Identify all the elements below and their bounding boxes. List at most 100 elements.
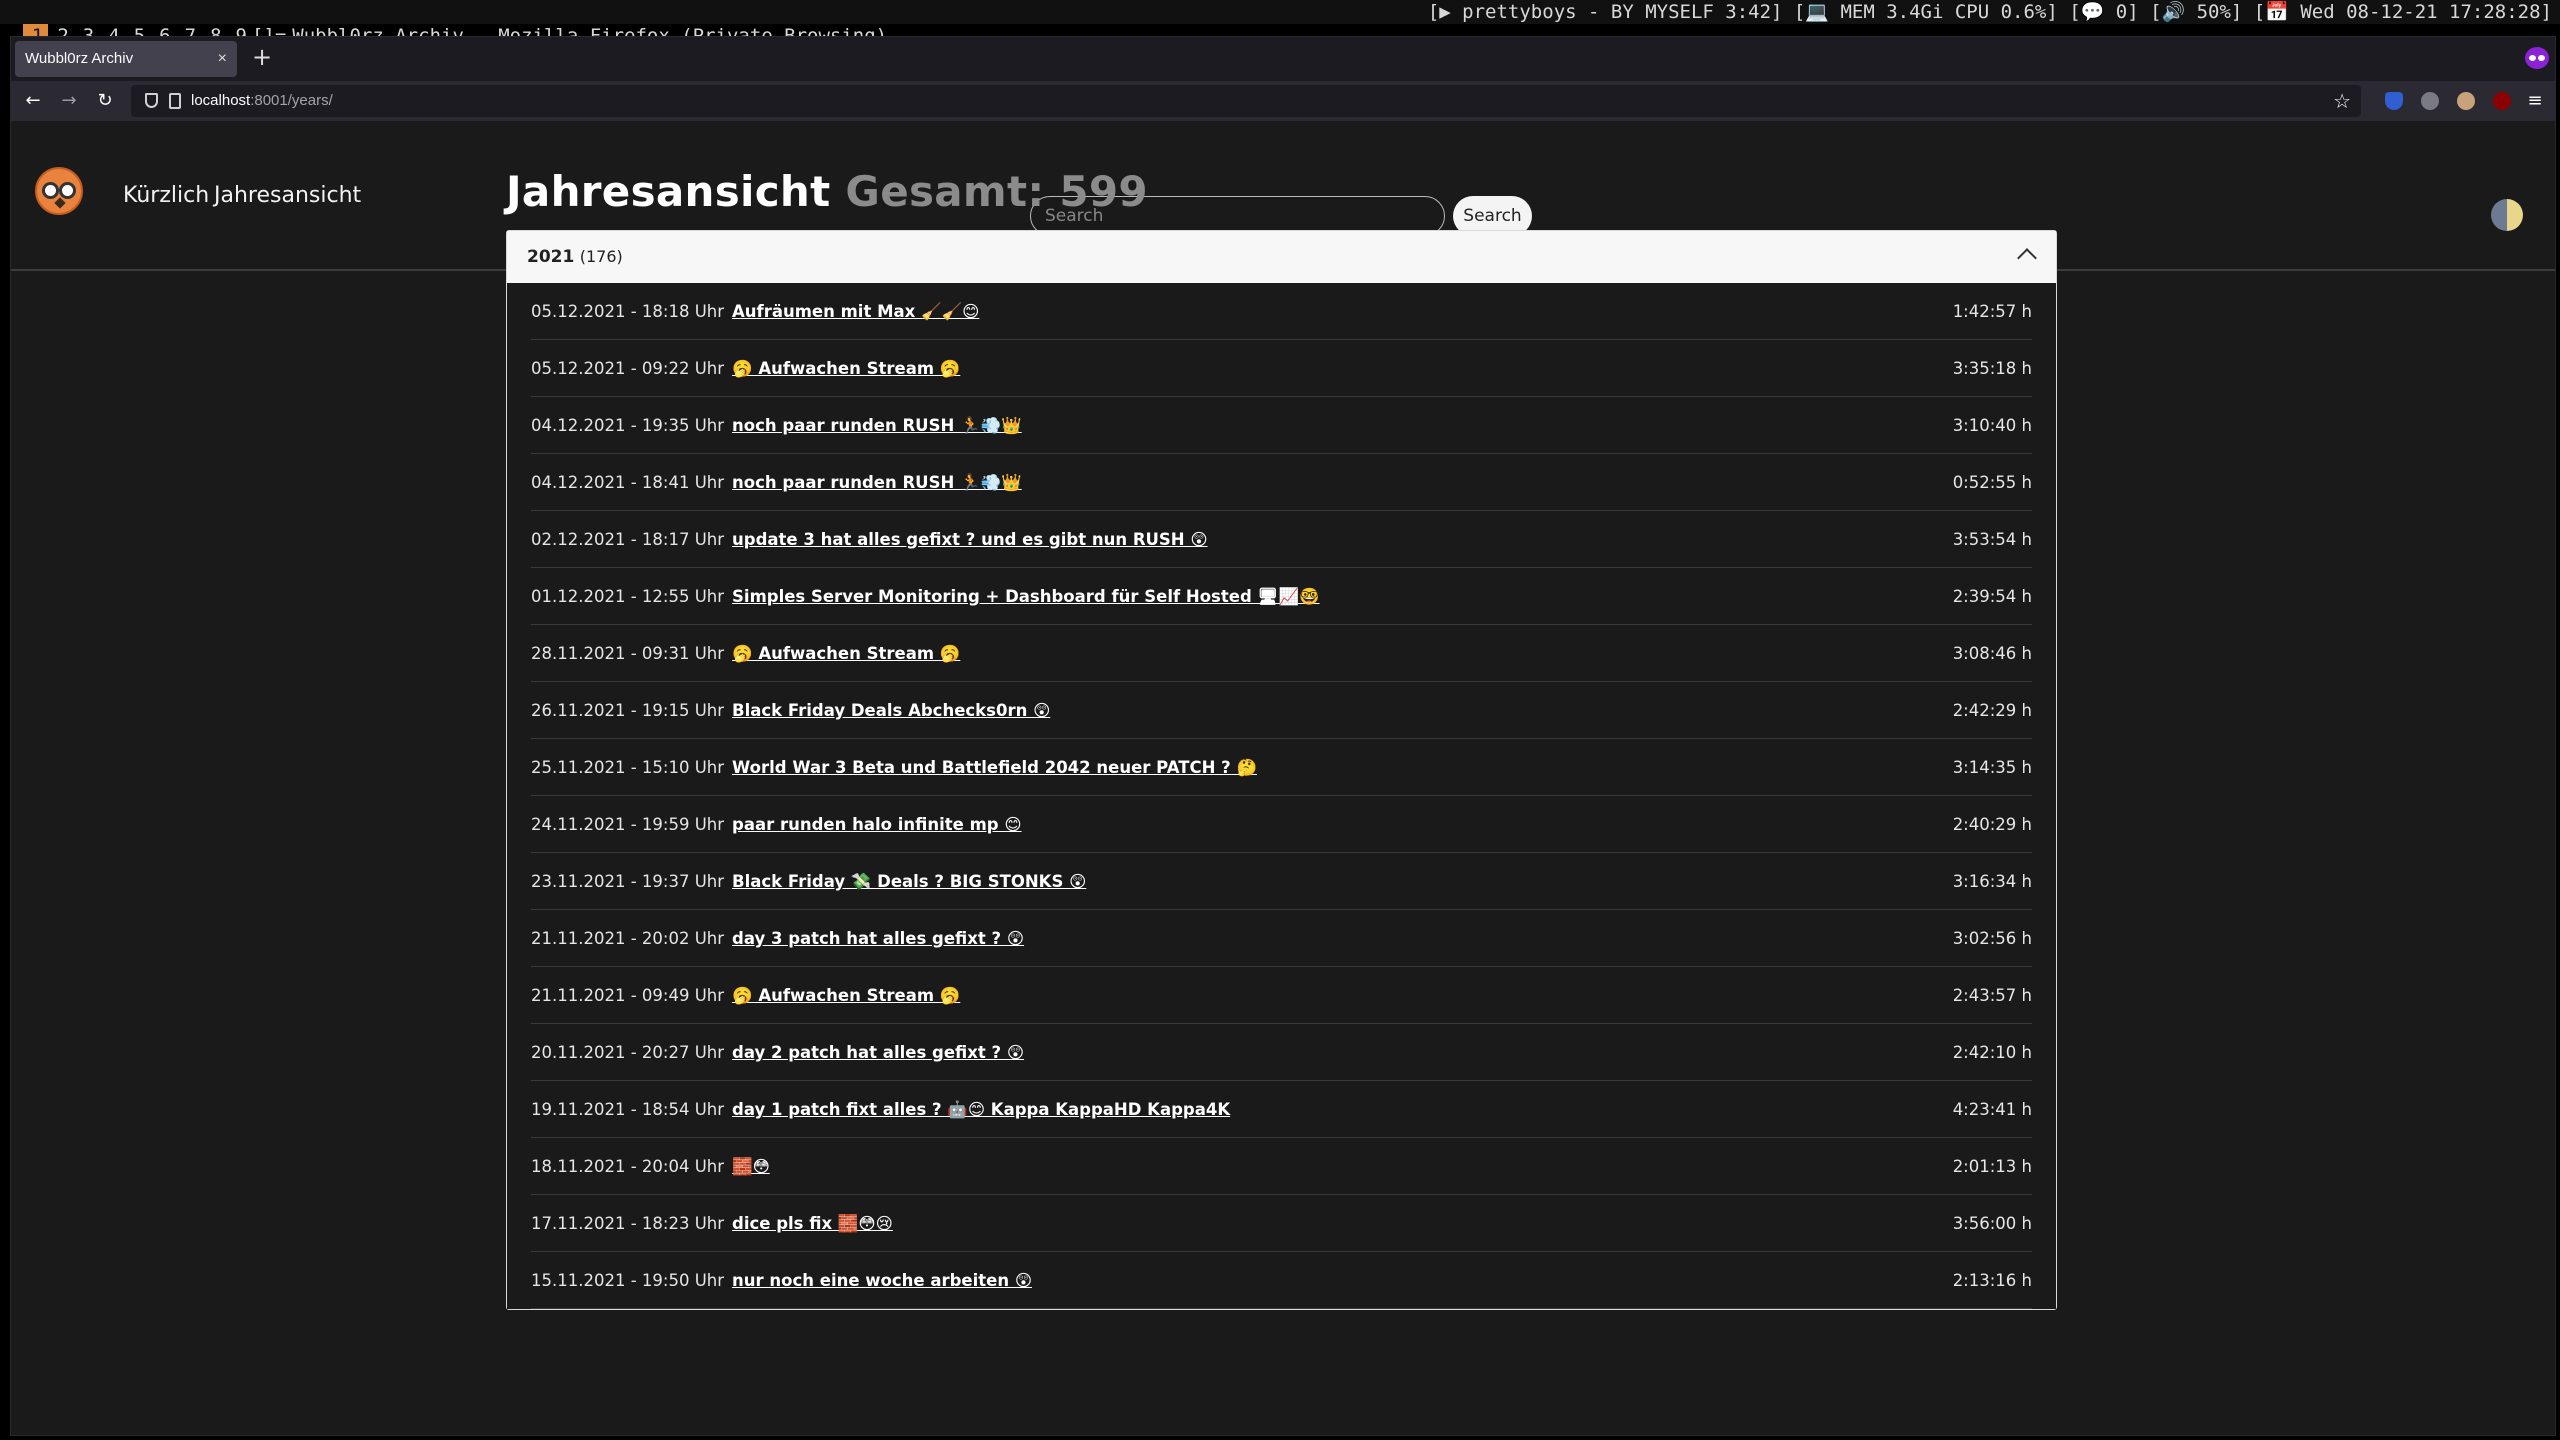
- stream-row: 24.11.2021 - 19:59 Uhr paar runden halo i…: [531, 796, 2032, 853]
- stream-title-link[interactable]: World War 3 Beta und Battlefield 2042 ne…: [732, 758, 1257, 777]
- stream-list: 05.12.2021 - 18:18 Uhr Aufräumen mit Max …: [507, 283, 2056, 1309]
- stream-duration: 3:10:40 h: [1952, 416, 2032, 435]
- owl-logo-icon[interactable]: [35, 167, 83, 215]
- back-button[interactable]: ←: [19, 87, 47, 115]
- stream-title-link[interactable]: Aufräumen mit Max 🧹🧹😊: [732, 302, 979, 321]
- stream-row: 15.11.2021 - 19:50 Uhr nur noch eine woch…: [531, 1252, 2032, 1309]
- tab-title: Wubbl0rz Archiv: [25, 50, 134, 67]
- main-content: Jahresansicht Gesamt: 599 2021 (176) 05.…: [506, 121, 2057, 1310]
- stream-date: 21.11.2021 - 20:02 Uhr: [531, 929, 725, 948]
- browser-tab[interactable]: Wubbl0rz Archiv ×: [15, 41, 237, 77]
- url-bar[interactable]: localhost:8001/years/ ☆: [131, 85, 2361, 117]
- stream-duration: 3:08:46 h: [1952, 644, 2032, 663]
- stream-title-link[interactable]: 🥱 Aufwachen Stream 🥱: [732, 359, 960, 378]
- browser-window: Wubbl0rz Archiv × + ← → ↻ localhost:8001…: [10, 36, 2556, 1436]
- forward-button[interactable]: →: [55, 87, 83, 115]
- bitwarden-extension-icon[interactable]: [2385, 92, 2403, 110]
- stream-title-link[interactable]: paar runden halo infinite mp 😊: [732, 815, 1022, 834]
- stream-date: 02.12.2021 - 18:17 Uhr: [531, 530, 725, 549]
- stream-title-link[interactable]: 🧱😳: [732, 1157, 770, 1176]
- stream-row: 26.11.2021 - 19:15 Uhr Black Friday Deals…: [531, 682, 2032, 739]
- url-text[interactable]: localhost:8001/years/: [191, 85, 333, 117]
- stream-duration: 2:13:16 h: [1952, 1271, 2032, 1290]
- tab-strip: Wubbl0rz Archiv × +: [11, 37, 2555, 81]
- new-tab-button[interactable]: +: [247, 43, 277, 73]
- extension-cookie-icon[interactable]: [2457, 92, 2475, 110]
- stream-duration: 3:16:34 h: [1952, 872, 2032, 891]
- nav-link-years[interactable]: Jahresansicht: [214, 183, 361, 208]
- stream-title-link[interactable]: day 1 patch fixt alles ? 🤖😊 Kappa KappaH…: [732, 1100, 1230, 1119]
- window-manager-bar: 123456789[]=Wubbl0rz Archiv — Mozilla Fi…: [0, 0, 2560, 48]
- year-accordion: 2021 (176) 05.12.2021 - 18:18 Uhr Aufräum…: [506, 230, 2057, 1310]
- theme-toggle-icon[interactable]: [2491, 199, 2523, 231]
- stream-title-link[interactable]: 🥱 Aufwachen Stream 🥱: [732, 644, 960, 663]
- year-accordion-header[interactable]: 2021 (176): [507, 231, 2056, 283]
- stream-duration: 3:02:56 h: [1952, 929, 2032, 948]
- stream-title-link[interactable]: day 2 patch hat alles gefixt ? 😲: [732, 1043, 1024, 1062]
- stream-date: 04.12.2021 - 18:41 Uhr: [531, 473, 725, 492]
- stream-title-link[interactable]: Black Friday Deals Abchecks0rn 😲: [732, 701, 1050, 720]
- stream-title-link[interactable]: update 3 hat alles gefixt ? und es gibt …: [732, 530, 1208, 549]
- stream-duration: 3:35:18 h: [1952, 359, 2032, 378]
- stream-row: 04.12.2021 - 19:35 Uhr noch paar runden R…: [531, 397, 2032, 454]
- stream-duration: 2:01:13 h: [1952, 1157, 2032, 1176]
- stream-row: 23.11.2021 - 19:37 Uhr Black Friday 💸 Dea…: [531, 853, 2032, 910]
- stream-row: 21.11.2021 - 09:49 Uhr 🥱 Aufwachen Stream…: [531, 967, 2032, 1024]
- total-count: Gesamt: 599: [845, 167, 1148, 216]
- private-browsing-icon: [2525, 47, 2549, 69]
- ublock-origin-icon[interactable]: [2493, 92, 2511, 110]
- status-line: [▶ prettyboys - BY MYSELF 3:42] [💻 MEM 3…: [1427, 1, 2552, 23]
- stream-title-link[interactable]: dice pls fix 🧱😳😢: [732, 1214, 893, 1233]
- stream-date: 25.11.2021 - 15:10 Uhr: [531, 758, 725, 777]
- stream-row: 21.11.2021 - 20:02 Uhr day 3 patch hat al…: [531, 910, 2032, 967]
- stream-duration: 3:14:35 h: [1952, 758, 2032, 777]
- stream-duration: 3:56:00 h: [1952, 1214, 2032, 1233]
- stream-date: 01.12.2021 - 12:55 Uhr: [531, 587, 725, 606]
- stream-row: 25.11.2021 - 15:10 Uhr World War 3 Beta u…: [531, 739, 2032, 796]
- web-page: Kürzlich Jahresansicht Search Jahresansi…: [11, 121, 2555, 1435]
- stream-title-link[interactable]: noch paar runden RUSH 🏃💨👑: [732, 473, 1022, 492]
- chevron-up-icon[interactable]: [2017, 248, 2037, 268]
- stream-date: 20.11.2021 - 20:27 Uhr: [531, 1043, 725, 1062]
- stream-row: 02.12.2021 - 18:17 Uhr update 3 hat alles…: [531, 511, 2032, 568]
- stream-title-link[interactable]: nur noch eine woche arbeiten 😲: [732, 1271, 1032, 1290]
- stream-title-link[interactable]: Black Friday 💸 Deals ? BIG STONKS 😲: [732, 872, 1086, 891]
- bookmark-star-icon[interactable]: ☆: [2333, 85, 2351, 117]
- stream-row: 01.12.2021 - 12:55 Uhr Simples Server Mon…: [531, 568, 2032, 625]
- stream-row: 20.11.2021 - 20:27 Uhr day 2 patch hat al…: [531, 1024, 2032, 1081]
- stream-date: 18.11.2021 - 20:04 Uhr: [531, 1157, 725, 1176]
- tab-close-icon[interactable]: ×: [218, 41, 227, 77]
- extension-icon[interactable]: [2421, 92, 2439, 110]
- app-menu-button[interactable]: ≡: [2521, 87, 2549, 115]
- stream-duration: 2:40:29 h: [1952, 815, 2032, 834]
- page-title: Jahresansicht Gesamt: 599: [506, 167, 1148, 216]
- stream-date: 26.11.2021 - 19:15 Uhr: [531, 701, 725, 720]
- stream-duration: 1:42:57 h: [1952, 302, 2032, 321]
- reload-button[interactable]: ↻: [91, 87, 119, 115]
- stream-date: 05.12.2021 - 18:18 Uhr: [531, 302, 725, 321]
- stream-title-link[interactable]: 🥱 Aufwachen Stream 🥱: [732, 986, 960, 1005]
- stream-date: 21.11.2021 - 09:49 Uhr: [531, 986, 725, 1005]
- page-info-icon[interactable]: [169, 93, 181, 109]
- stream-duration: 3:53:54 h: [1952, 530, 2032, 549]
- stream-date: 24.11.2021 - 19:59 Uhr: [531, 815, 725, 834]
- stream-row: 19.11.2021 - 18:54 Uhr day 1 patch fixt a…: [531, 1081, 2032, 1138]
- stream-row: 28.11.2021 - 09:31 Uhr 🥱 Aufwachen Stream…: [531, 625, 2032, 682]
- stream-title-link[interactable]: noch paar runden RUSH 🏃💨👑: [732, 416, 1022, 435]
- stream-duration: 2:43:57 h: [1952, 986, 2032, 1005]
- tracking-protection-icon[interactable]: [145, 93, 158, 108]
- navigation-toolbar: ← → ↻ localhost:8001/years/ ☆ ≡: [11, 81, 2555, 121]
- stream-row: 17.11.2021 - 18:23 Uhr dice pls fix 🧱😳😢 3:…: [531, 1195, 2032, 1252]
- stream-date: 23.11.2021 - 19:37 Uhr: [531, 872, 725, 891]
- stream-date: 05.12.2021 - 09:22 Uhr: [531, 359, 725, 378]
- stream-date: 28.11.2021 - 09:31 Uhr: [531, 644, 725, 663]
- stream-title-link[interactable]: Simples Server Monitoring + Dashboard fü…: [732, 587, 1320, 606]
- stream-title-link[interactable]: day 3 patch hat alles gefixt ? 😲: [732, 929, 1024, 948]
- stream-row: 05.12.2021 - 09:22 Uhr 🥱 Aufwachen Stream…: [531, 340, 2032, 397]
- stream-row: 04.12.2021 - 18:41 Uhr noch paar runden R…: [531, 454, 2032, 511]
- stream-date: 04.12.2021 - 19:35 Uhr: [531, 416, 725, 435]
- nav-link-recent[interactable]: Kürzlich: [123, 183, 209, 208]
- stream-duration: 2:42:10 h: [1952, 1043, 2032, 1062]
- year-label: 2021: [527, 247, 575, 267]
- year-stream-count: (176): [579, 247, 623, 266]
